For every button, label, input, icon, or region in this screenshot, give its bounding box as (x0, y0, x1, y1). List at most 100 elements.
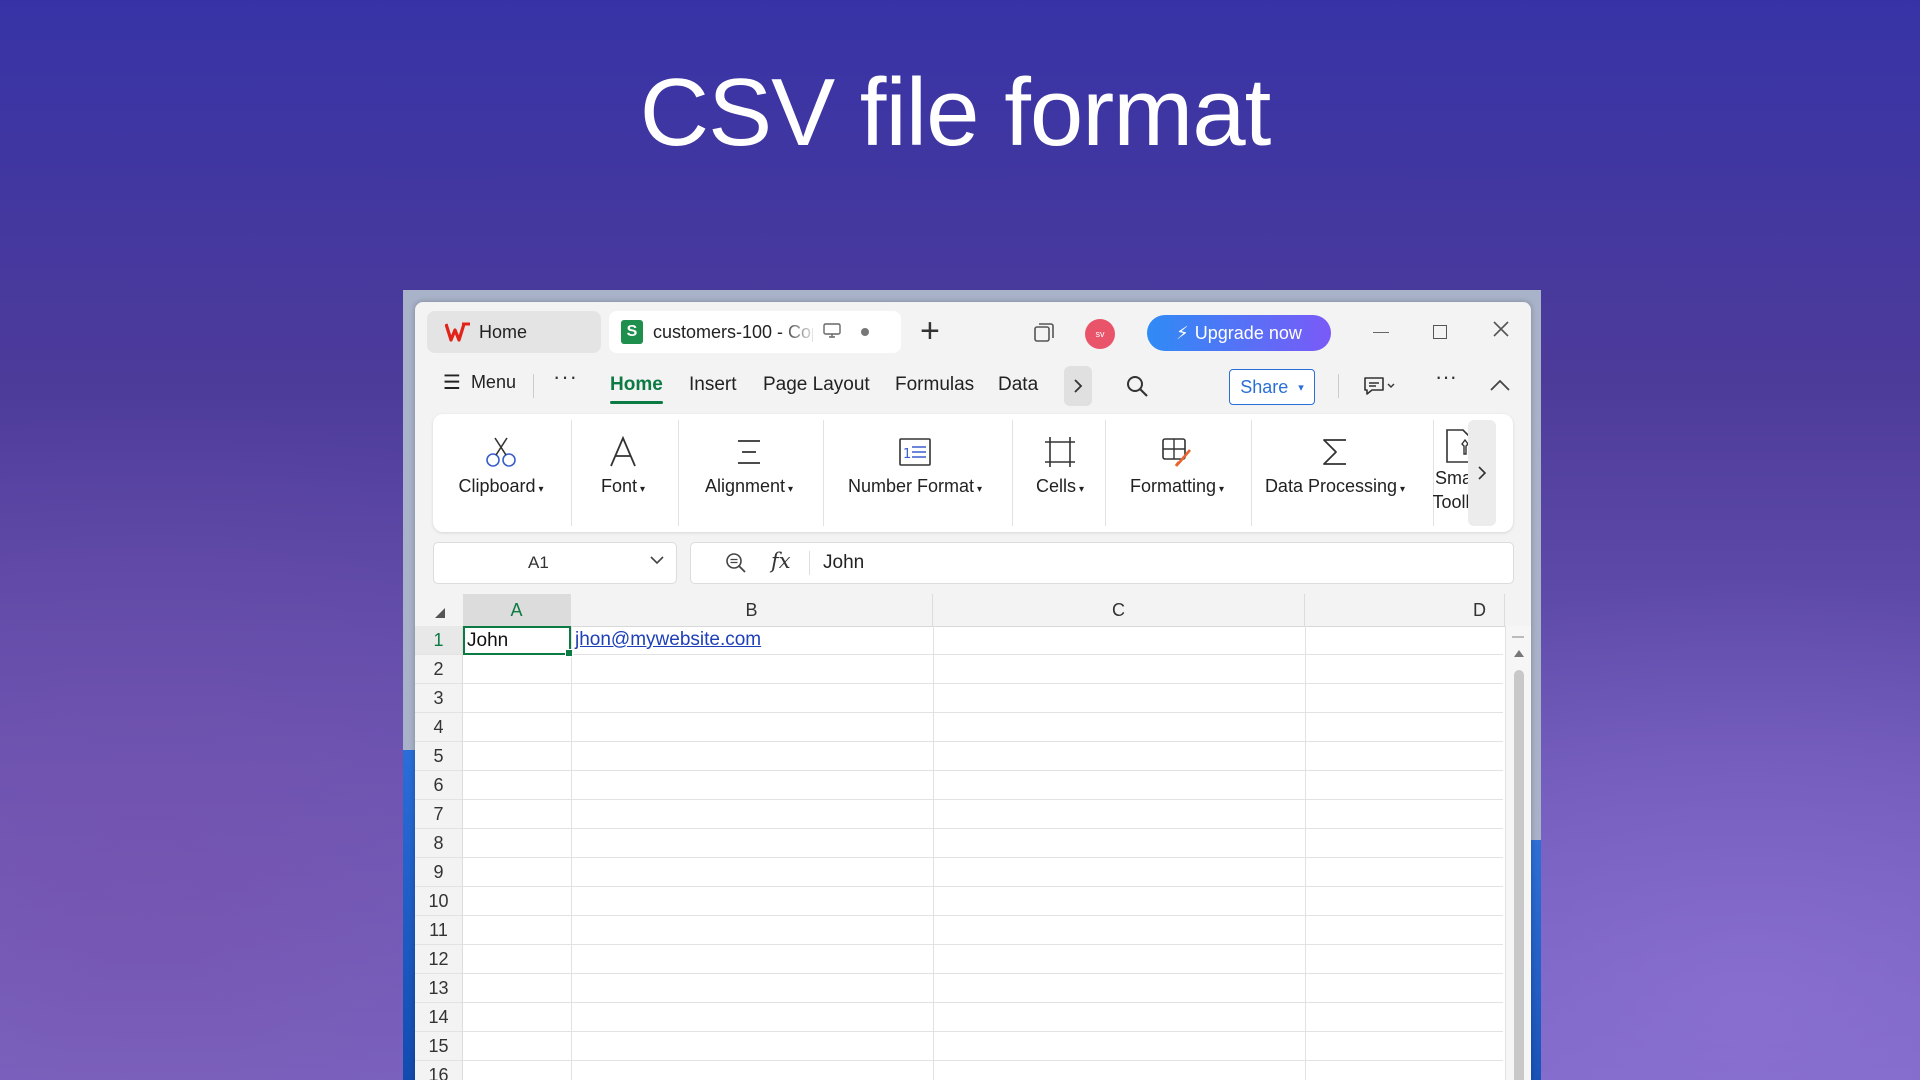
column-header-a[interactable]: A (463, 594, 571, 626)
row-header[interactable]: 13 (415, 974, 463, 1003)
scrollbar-thumb[interactable] (1514, 670, 1524, 1080)
comment-icon[interactable] (1363, 376, 1399, 396)
zoom-formula-icon[interactable] (725, 552, 747, 574)
grid-line (463, 944, 1503, 945)
grid-line (463, 1060, 1503, 1061)
ribbon-font[interactable]: Font ▾ (575, 414, 671, 532)
ribbon-data-processing[interactable]: Data Processing ▾ (1255, 414, 1415, 532)
tab-home-label: Home (479, 321, 528, 342)
upgrade-now-button[interactable]: ⚡ Upgrade now (1147, 315, 1331, 351)
grid-line (463, 712, 1503, 713)
column-header-d[interactable]: D (1305, 594, 1505, 626)
tab-document[interactable]: S customers-100 - Cop (609, 311, 901, 353)
close-icon[interactable] (1492, 320, 1510, 338)
more-tabs-chevron-right-icon[interactable] (1064, 366, 1092, 406)
tab-list-icon[interactable] (1033, 322, 1055, 344)
ribbon-formatting-label: Formatting (1129, 476, 1216, 496)
row-header[interactable]: 11 (415, 916, 463, 945)
share-button[interactable]: Share ▾ (1229, 369, 1315, 405)
row-header[interactable]: 4 (415, 713, 463, 742)
scissors-icon (486, 437, 516, 467)
svg-text:1: 1 (903, 447, 911, 462)
title-tab-bar: Home S customers-100 - Cop + sv ⚡ Upgrad… (415, 302, 1531, 362)
new-tab-plus-icon[interactable]: + (920, 314, 940, 348)
avatar[interactable]: sv (1085, 319, 1115, 349)
ribbon-divider (823, 420, 824, 526)
share-label: Share (1240, 376, 1289, 397)
chevron-down-icon: ▾ (1078, 484, 1085, 495)
align-lines-icon (738, 440, 760, 464)
cell-b1-link[interactable]: jhon@mywebsite.com (575, 629, 761, 651)
function-fx-icon[interactable]: fx (771, 549, 791, 573)
spreadsheet-grid[interactable]: A B C D 1 2 3 4 5 6 7 8 9 10 11 12 13 14 15 16 John jho… (415, 594, 1531, 1080)
row-header[interactable]: 9 (415, 858, 463, 887)
menu-button[interactable]: ☰ Menu (443, 370, 516, 395)
ribbon-formatting[interactable]: Formatting ▾ (1109, 414, 1245, 532)
select-all-corner-icon[interactable] (435, 608, 445, 618)
hero-title: CSV file format (639, 59, 1272, 166)
grid-line (463, 741, 1503, 742)
spreadsheet-icon: S (621, 320, 643, 344)
unsaved-dot-icon[interactable] (861, 328, 869, 336)
row-header[interactable]: 8 (415, 829, 463, 858)
row-header[interactable]: 3 (415, 684, 463, 713)
ribbon-cells[interactable]: Cells ▾ (1017, 414, 1103, 532)
row-header[interactable]: 12 (415, 945, 463, 974)
row-header[interactable]: 7 (415, 800, 463, 829)
hamburger-icon: ☰ (443, 372, 461, 394)
collapse-ribbon-chevron-up-icon[interactable] (1489, 378, 1511, 392)
vertical-scrollbar[interactable] (1505, 626, 1531, 1080)
ribbon-scroll-right-chevron-icon[interactable] (1468, 420, 1496, 526)
grid-line (463, 915, 1503, 916)
tab-insert[interactable]: Insert (689, 374, 737, 396)
monitor-icon[interactable] (823, 323, 841, 339)
ribbon-clipboard[interactable]: Clipboard ▾ (449, 414, 553, 532)
ribbon-divider (1012, 420, 1013, 526)
fill-handle[interactable] (565, 649, 573, 657)
ribbon-alignment[interactable]: Alignment ▾ (683, 414, 815, 532)
more-actions-icon[interactable]: ··· (1435, 364, 1457, 390)
minimize-icon[interactable] (1373, 332, 1389, 333)
maximize-icon[interactable] (1433, 325, 1447, 339)
row-header[interactable]: 10 (415, 887, 463, 916)
row-header[interactable]: 15 (415, 1032, 463, 1061)
grid-line (463, 828, 1503, 829)
tab-page-layout[interactable]: Page Layout (763, 374, 870, 396)
grid-line (463, 886, 1503, 887)
chevron-down-icon: ▾ (1400, 484, 1406, 495)
wps-logo-icon (445, 322, 470, 342)
ribbon-number-format-label: Number Format (847, 476, 974, 496)
ribbon-toolbar: Clipboard ▾ Font ▾ Alignment ▾ 1 Number … (433, 414, 1513, 532)
grid-line (463, 857, 1503, 858)
chevron-down-icon: ▾ (640, 484, 646, 495)
formula-bar[interactable]: fx John (690, 542, 1514, 584)
grid-line (463, 1002, 1503, 1003)
column-header-c[interactable]: C (933, 594, 1305, 626)
name-box[interactable]: A1 (433, 542, 677, 584)
grid-line (463, 799, 1503, 800)
ribbon-divider (1105, 420, 1106, 526)
tab-home-ribbon[interactable]: Home (610, 374, 663, 404)
tab-home[interactable]: Home (427, 311, 601, 353)
spreadsheet-window: Home S customers-100 - Cop + sv ⚡ Upgrad… (415, 302, 1531, 1080)
row-header[interactable]: 14 (415, 1003, 463, 1032)
row-header[interactable]: 5 (415, 742, 463, 771)
more-options-icon[interactable]: ··· (553, 364, 578, 390)
formula-divider (809, 551, 810, 575)
search-icon[interactable] (1125, 374, 1149, 398)
tab-formulas[interactable]: Formulas (895, 374, 974, 396)
row-header[interactable]: 16 (415, 1061, 463, 1080)
ribbon-number-format[interactable]: 1 Number Format ▾ (827, 414, 1003, 532)
grid-line (1305, 626, 1306, 1080)
row-header[interactable]: 6 (415, 771, 463, 800)
row-header[interactable]: 1 (415, 626, 463, 655)
menu-divider (533, 374, 534, 398)
chevron-down-icon[interactable] (650, 555, 664, 565)
menu-row: ☰ Menu ··· Home Insert Page Layout Formu… (415, 362, 1531, 406)
cell-a1[interactable]: John (463, 626, 573, 657)
row-header[interactable]: 2 (415, 655, 463, 684)
column-header-b[interactable]: B (571, 594, 933, 626)
tab-data[interactable]: Data (998, 374, 1038, 396)
formula-value[interactable]: John (823, 552, 864, 574)
scroll-up-arrow-icon[interactable] (1514, 650, 1524, 657)
